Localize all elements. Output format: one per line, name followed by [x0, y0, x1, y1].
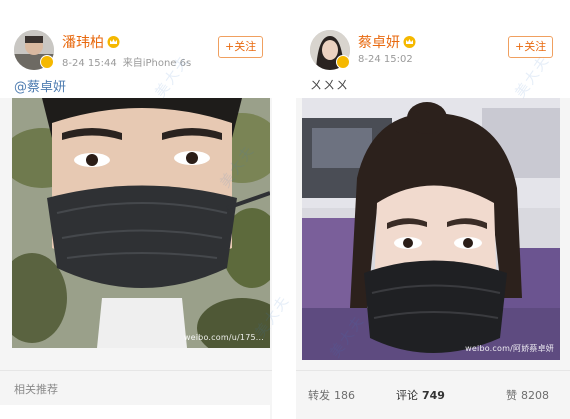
post-photo[interactable]: weibo.com/u/175... — [12, 98, 270, 348]
post-timestamp: 8-24 15:02 — [358, 54, 413, 65]
related-recommendations-label: 相关推荐 — [14, 383, 58, 396]
repost-button[interactable]: 转发 186 — [308, 387, 355, 403]
photo-watermark: weibo.com/阿娇蔡卓妍 — [465, 344, 554, 353]
verified-badge-icon — [336, 55, 350, 69]
post-timestamp: 8-24 15:44 — [62, 58, 117, 69]
post-source: 来自iPhone 6s — [122, 58, 192, 69]
footer-strip — [0, 405, 270, 419]
weibo-post-card-right: 蔡卓妍 8-24 15:02 +关注 ㄨㄨㄨ weibo.com/阿娇蔡卓妍 转… — [296, 0, 570, 419]
post-meta: 8-24 15:02 — [358, 54, 413, 65]
post-photo[interactable]: weibo.com/阿娇蔡卓妍 — [302, 98, 560, 360]
username[interactable]: 蔡卓妍 — [358, 32, 416, 52]
repost-label: 转发 — [308, 389, 330, 402]
post-actions-bar: 转发 186 评论 749 赞 8208 — [296, 370, 570, 419]
post-text: ㄨㄨㄨ — [310, 78, 350, 92]
like-label: 赞 — [506, 389, 517, 402]
follow-button[interactable]: +关注 — [508, 36, 554, 58]
photo-watermark: weibo.com/u/175... — [183, 333, 264, 342]
verified-badge-icon — [40, 55, 54, 69]
weibo-post-card-left: 潘玮柏 8-24 15:44 来自iPhone 6s +关注 @蔡卓妍 weib… — [0, 0, 272, 419]
like-button[interactable]: 赞 8208 — [506, 387, 549, 403]
crown-icon — [403, 36, 416, 48]
username-text: 潘玮柏 — [62, 35, 104, 51]
follow-button[interactable]: +关注 — [218, 36, 264, 58]
username-text: 蔡卓妍 — [358, 35, 400, 51]
post-meta: 8-24 15:44 来自iPhone 6s — [62, 54, 200, 69]
comment-label: 评论 — [396, 389, 418, 402]
column-divider — [272, 0, 296, 419]
username[interactable]: 潘玮柏 — [62, 32, 120, 52]
comment-button[interactable]: 评论 749 — [396, 387, 445, 403]
crown-icon — [107, 36, 120, 48]
repost-count: 186 — [334, 389, 355, 402]
like-count: 8208 — [521, 389, 549, 402]
comment-count: 749 — [422, 389, 445, 402]
mention-link[interactable]: @蔡卓妍 — [14, 76, 66, 95]
screenshot-root: 潘玮柏 8-24 15:44 来自iPhone 6s +关注 @蔡卓妍 weib… — [0, 0, 570, 419]
